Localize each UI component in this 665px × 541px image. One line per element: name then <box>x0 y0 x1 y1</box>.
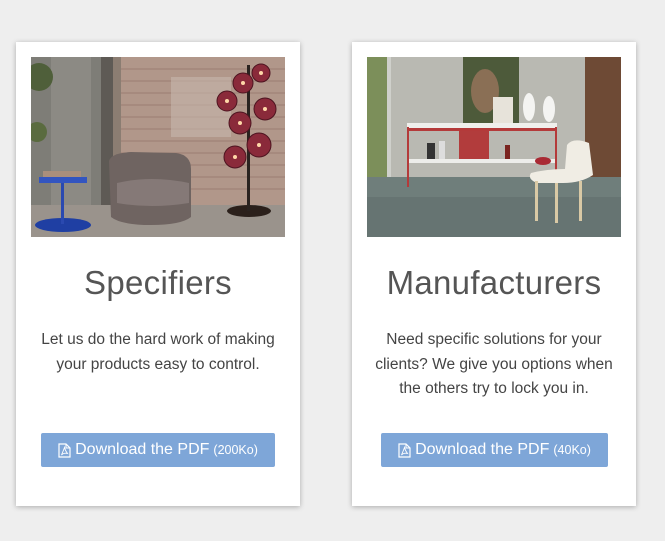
download-pdf-label: Download the PDF <box>415 441 550 458</box>
download-pdf-label: Download the PDF <box>75 441 210 458</box>
file-size: (200Ko) <box>213 443 258 457</box>
download-pdf-button[interactable]: Download the PDF (200Ko) <box>41 433 275 467</box>
specifiers-card: Specifiers Let us do the hard work of ma… <box>16 42 300 506</box>
pdf-file-icon <box>398 442 411 458</box>
card-title: Specifiers <box>84 264 232 301</box>
manufacturers-card: Manufacturers Need specific solutions fo… <box>352 42 636 506</box>
specifiers-photo <box>31 57 285 237</box>
file-size: (40Ko) <box>553 443 591 457</box>
card-description: Need specific solutions for your clients… <box>375 331 613 397</box>
manufacturers-photo <box>367 57 621 237</box>
card-description: Let us do the hard work of making your p… <box>41 331 275 373</box>
download-pdf-button[interactable]: Download the PDF (40Ko) <box>381 433 608 467</box>
card-title: Manufacturers <box>386 264 602 301</box>
pdf-file-icon <box>58 442 71 458</box>
